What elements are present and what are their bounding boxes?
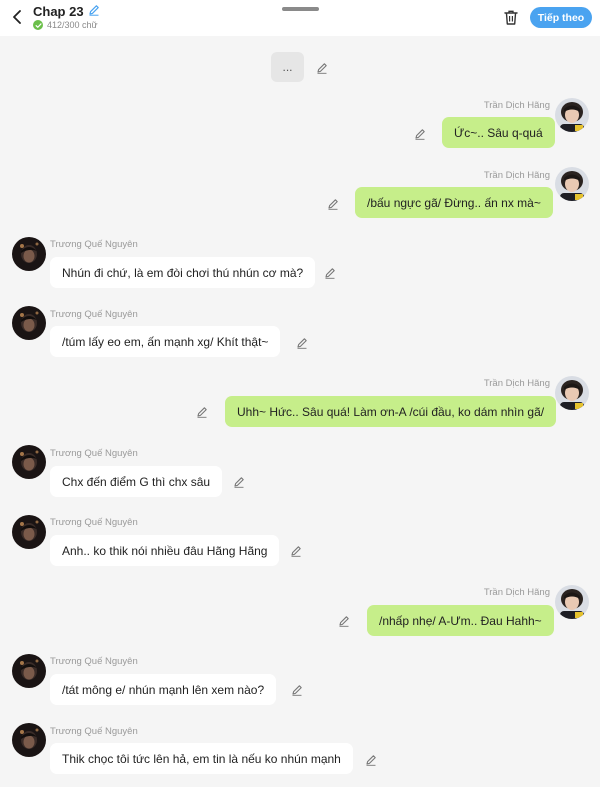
edit-pencil-icon[interactable]: [291, 683, 303, 696]
message-bubble[interactable]: /nhấp nhẹ/ A-Ưm.. Đau Hahh~: [367, 605, 554, 636]
edit-pencil-icon[interactable]: [233, 475, 245, 488]
message-bubble[interactable]: Thik chọc tôi tức lên hả, em tin là nếu …: [50, 743, 353, 774]
message-bubble[interactable]: Uhh~ Hức.. Sâu quá! Làm ơn-A /cúi đầu, k…: [225, 396, 557, 427]
author-name: Trần Dịch Hãng: [483, 170, 550, 181]
avatar[interactable]: [12, 515, 46, 549]
author-name: Trương Quế Nguyên: [50, 517, 138, 528]
next-button[interactable]: Tiếp theo: [530, 7, 592, 28]
avatar[interactable]: [12, 723, 46, 757]
message-bubble[interactable]: Nhún đi chứ, là em đòi chơi thú nhún cơ …: [50, 257, 316, 288]
word-count-text: 412/300 chữ: [47, 20, 98, 30]
check-icon: [33, 20, 43, 30]
chapter-title-text: Chap 23: [33, 4, 84, 19]
top-bar: Chap 23 412/300 chữ Tiếp theo: [0, 0, 600, 36]
back-arrow-icon[interactable]: [10, 9, 24, 25]
author-name: Trương Quế Nguyên: [50, 309, 138, 320]
edit-pencil-icon[interactable]: [290, 544, 302, 557]
author-name: Trương Quế Nguyên: [50, 239, 138, 250]
author-name: Trần Dịch Hãng: [483, 587, 550, 598]
author-name: Trương Quế Nguyên: [50, 448, 138, 459]
ellipsis-bubble[interactable]: ...: [271, 52, 304, 82]
trash-icon[interactable]: [503, 9, 519, 26]
chapter-title[interactable]: Chap 23: [33, 4, 100, 19]
author-name: Trần Dịch Hãng: [483, 378, 550, 389]
edit-pencil-icon[interactable]: [414, 127, 426, 140]
edit-pencil-icon[interactable]: [196, 405, 208, 418]
word-count: 412/300 chữ: [33, 20, 100, 30]
avatar[interactable]: [555, 376, 589, 410]
message-bubble[interactable]: Chx đến điểm G thì chx sâu: [50, 466, 223, 497]
avatar[interactable]: [555, 98, 589, 132]
edit-pencil-icon[interactable]: [365, 753, 377, 766]
edit-pencil-icon[interactable]: [327, 197, 339, 210]
author-name: Trương Quế Nguyên: [50, 656, 138, 667]
message-bubble[interactable]: Ức~.. Sâu q-quá: [442, 117, 555, 148]
avatar[interactable]: [12, 306, 46, 340]
avatar[interactable]: [12, 654, 46, 688]
author-name: Trần Dịch Hãng: [483, 100, 550, 111]
message-bubble[interactable]: Anh.. ko thik nói nhiều đâu Hãng Hãng: [50, 535, 280, 566]
edit-pencil-icon[interactable]: [324, 266, 336, 279]
edit-pencil-icon[interactable]: [88, 4, 100, 19]
edit-pencil-icon[interactable]: [296, 336, 308, 349]
message-bubble[interactable]: /bấu ngực gã/ Đừng.. ấn nx mà~: [355, 187, 553, 218]
author-name: Trương Quế Nguyên: [50, 726, 138, 737]
avatar[interactable]: [12, 237, 46, 271]
edit-pencil-icon[interactable]: [316, 61, 328, 74]
message-bubble[interactable]: /tát mông e/ nhún mạnh lên xem nào?: [50, 674, 277, 705]
chapter-header: Chap 23 412/300 chữ: [33, 4, 100, 30]
message-bubble[interactable]: /túm lấy eo em, ấn mạnh xg/ Khít thật~: [50, 326, 281, 357]
avatar[interactable]: [555, 585, 589, 619]
edit-pencil-icon[interactable]: [338, 614, 350, 627]
avatar[interactable]: [12, 445, 46, 479]
avatar[interactable]: [555, 167, 589, 201]
drag-handle[interactable]: [282, 7, 319, 11]
